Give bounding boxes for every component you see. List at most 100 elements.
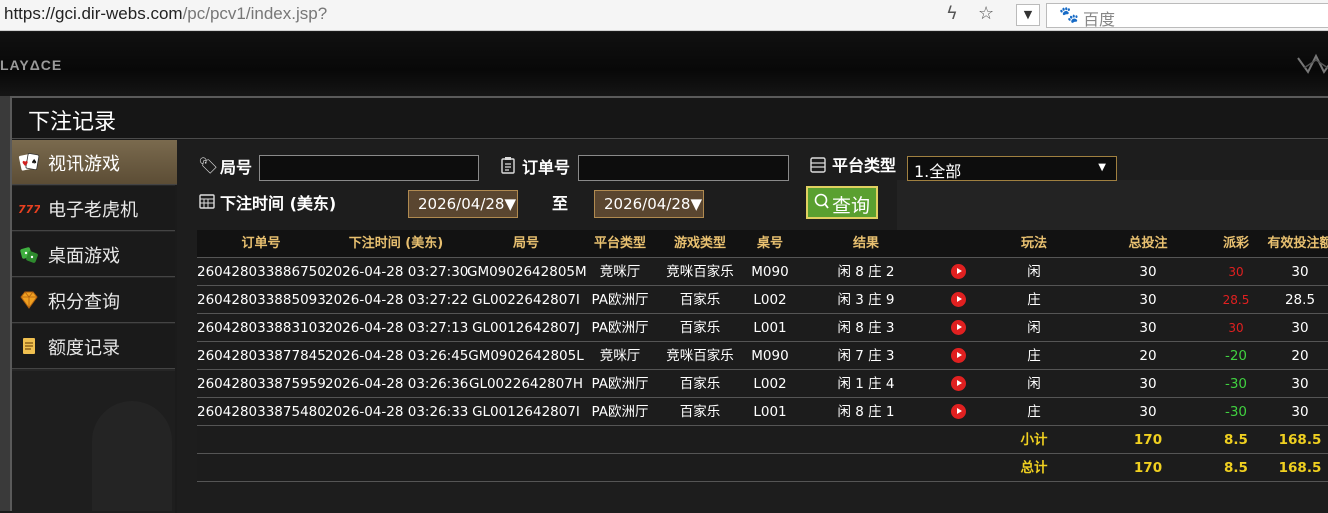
table-cell: GL0022642807I: [472, 292, 580, 308]
table-header-row: 订单号 下注时间 (美东) 局号 平台类型 游戏类型 桌号 结果 玩法 总投注 派彩 有效投注额: [197, 230, 1328, 258]
chevron-down-icon: ▼: [1098, 162, 1106, 173]
star-icon[interactable]: ☆: [978, 3, 994, 24]
search-input[interactable]: 🐾 百度: [1046, 3, 1328, 29]
table-cell: 260428033885093: [197, 292, 326, 308]
video-replay-cell: [937, 342, 979, 370]
sidebar: ♥ ♠ 视讯游戏 777 电子老虎机 桌面游戏 积分查询 额度记录: [12, 140, 191, 513]
order-number-input[interactable]: [578, 155, 789, 181]
sidebar-item-table-games[interactable]: 桌面游戏: [12, 232, 175, 277]
table-cell: PA欧洲厅: [591, 292, 649, 308]
play-video-icon[interactable]: [950, 404, 966, 419]
bet-record-modal: 下注记录 ♥ ♠ 视讯游戏 777 电子老虎机 桌面游戏 积分查询 额度记录 🏷…: [10, 96, 1328, 513]
table-cell: 260428033886750: [197, 264, 326, 280]
summary-cell: 8.5: [1224, 460, 1248, 476]
date-from-picker[interactable]: 2026/04/28▼: [408, 190, 518, 218]
summary-cell: 168.5: [1278, 432, 1322, 448]
chevron-down-icon[interactable]: ▼: [1016, 4, 1040, 26]
table-cell: GL0012642807J: [472, 320, 580, 336]
table-cell: 闲 8 庄 1: [837, 404, 895, 420]
column-header: 有效投注额: [1267, 236, 1328, 251]
table-cell: 2026-04-28 03:26:33: [325, 404, 469, 420]
table-cell: 260428033875959: [197, 376, 326, 392]
table-cell: 百家乐: [679, 292, 721, 308]
site-logo: LAYΔCE: [0, 57, 63, 73]
table-cell: 28.5: [1222, 293, 1250, 307]
table-cell: 2026-04-28 03:26:36: [325, 376, 469, 392]
query-button-label: 查询: [832, 195, 871, 217]
video-replay-cell: [937, 398, 979, 426]
table-cell: 闲 8 庄 2: [837, 264, 895, 280]
table-cell: PA欧洲厅: [591, 320, 649, 336]
platform-label: 平台类型: [832, 156, 897, 175]
column-header: 局号: [512, 236, 539, 251]
table-row: 260428033883103 2026-04-28 03:27:13 GL0012…: [197, 314, 1328, 342]
table-cell: 竞咪厅: [599, 348, 641, 364]
date-to-picker[interactable]: 2026/04/28▼: [594, 190, 704, 218]
sidebar-item-live-games[interactable]: ♥ ♠ 视讯游戏: [12, 140, 191, 185]
sidebar-item-label: 视讯游戏: [48, 154, 120, 175]
vip-crown-icon: [1297, 53, 1328, 74]
play-video-icon[interactable]: [950, 292, 966, 307]
platform-select[interactable]: 1.全部 ▼: [907, 156, 1117, 181]
sidebar-item-credit-records[interactable]: 额度记录: [12, 324, 175, 369]
sidebar-item-label: 积分查询: [48, 292, 120, 313]
play-video-icon[interactable]: [950, 264, 966, 279]
slot-777-icon: 777: [18, 197, 41, 219]
sidebar-item-label: 电子老虎机: [48, 200, 138, 221]
round-number-input[interactable]: [259, 155, 479, 181]
table-cell: 闲 3 庄 9: [837, 292, 895, 308]
play-video-icon[interactable]: [950, 320, 966, 335]
table-cell: 30: [1139, 320, 1157, 336]
summary-cell: 总计: [1020, 460, 1048, 476]
browser-toolbar: https://gci.dir-webs.com/pc/pcv1/index.j…: [0, 0, 1328, 31]
play-video-icon[interactable]: [950, 376, 966, 391]
table-cell: GM0902642805M: [467, 264, 587, 280]
table-cell: 30: [1139, 292, 1157, 308]
table-cell: M090: [751, 348, 789, 364]
table-cell: GM0902642805L: [468, 348, 584, 364]
table-cell: -30: [1224, 404, 1248, 420]
table-row: 260428033885093 2026-04-28 03:27:22 GL0022…: [197, 286, 1328, 314]
modal-title-bar: 下注记录: [12, 98, 1328, 139]
sidebar-item-label: 桌面游戏: [48, 246, 120, 267]
table-cell: L002: [753, 292, 787, 308]
dice-icon: [18, 243, 40, 265]
table-cell: 260428033883103: [197, 320, 326, 336]
table-cell: 2026-04-28 03:26:45: [325, 348, 469, 364]
table-cell: 20: [1291, 348, 1309, 364]
table-cell: 竞咪百家乐: [666, 264, 734, 280]
summary-cell: 小计: [1020, 432, 1048, 448]
subtotal-row: 小计 170 8.5 168.5: [197, 426, 1328, 454]
table-cell: 闲 1 庄 4: [837, 376, 895, 392]
table-cell: 竞咪厅: [599, 264, 641, 280]
search-icon: [814, 192, 830, 215]
table-cell: PA欧洲厅: [591, 404, 649, 420]
column-header: 结果: [852, 236, 879, 251]
table-cell: 百家乐: [679, 320, 721, 336]
summary-cell: 8.5: [1224, 432, 1248, 448]
to-label: 至: [552, 194, 569, 213]
modal-title: 下注记录: [28, 110, 117, 135]
round-label: 局号: [220, 158, 253, 177]
column-header: 玩法: [1020, 236, 1047, 251]
address-bar[interactable]: https://gci.dir-webs.com/pc/pcv1/index.j…: [4, 4, 327, 24]
table-cell: GL0012642807I: [472, 404, 580, 420]
table-cell: 闲 8 庄 3: [837, 320, 895, 336]
server-icon: [809, 156, 827, 178]
table-cell: 30: [1291, 264, 1309, 280]
column-header: 派彩: [1222, 236, 1249, 251]
lightning-icon[interactable]: ϟ: [946, 3, 958, 24]
sidebar-item-slots[interactable]: 777 电子老虎机: [12, 186, 175, 231]
table-row: 260428033877845 2026-04-28 03:26:45 GM0902…: [197, 342, 1328, 370]
video-replay-cell: [937, 314, 979, 342]
play-video-icon[interactable]: [950, 348, 966, 363]
svg-text:♥: ♥: [22, 160, 28, 168]
sidebar-item-points[interactable]: 积分查询: [12, 278, 175, 323]
table-cell: 闲: [1027, 264, 1041, 280]
table-cell: M090: [751, 264, 789, 280]
filter-backdrop: [897, 180, 1328, 230]
column-header: 总投注: [1128, 236, 1168, 251]
column-header: 平台类型: [593, 236, 646, 251]
table-cell: L001: [753, 320, 787, 336]
query-button[interactable]: 查询: [806, 186, 878, 219]
